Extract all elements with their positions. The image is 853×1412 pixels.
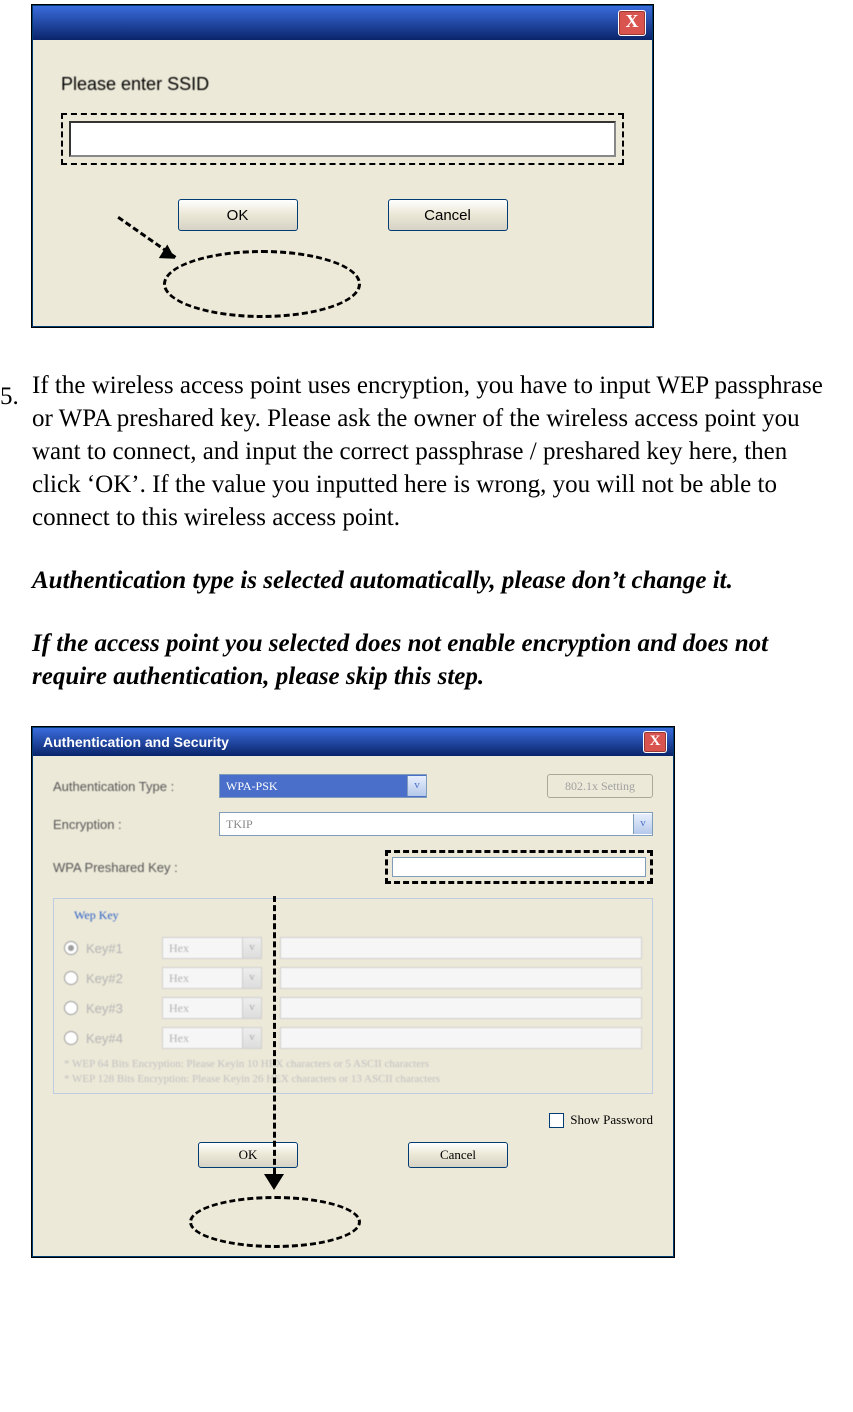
psk-input-highlight [385, 850, 653, 884]
ssid-dialog-titlebar: X [33, 6, 652, 40]
ssid-input-highlight [61, 113, 624, 165]
wep-format-select[interactable]: Hex v [162, 1027, 262, 1049]
ok-highlight-oval [189, 1196, 361, 1248]
show-password-label: Show Password [570, 1112, 653, 1128]
ok-button[interactable]: OK [198, 1142, 298, 1168]
auth-dialog-title: Authentication and Security [43, 734, 229, 750]
chevron-down-icon: v [242, 1028, 261, 1048]
wep-key-input[interactable] [280, 997, 642, 1019]
encryption-label: Encryption : [53, 817, 219, 832]
chevron-down-icon: v [407, 776, 426, 796]
auth-type-select[interactable]: WPA-PSK v [219, 774, 427, 798]
auth-security-dialog: Authentication and Security X Authentica… [32, 727, 674, 1257]
8021x-setting-button[interactable]: 802.1x Setting [547, 774, 653, 798]
wep-hint-2: * WEP 128 Bits Encryption: Please Keyin … [64, 1072, 642, 1087]
wep-key-group: Wep Key Key#1HexvKey#2HexvKey#3HexvKey#4… [53, 898, 653, 1094]
wep-key-radio[interactable] [64, 1031, 78, 1045]
cancel-button[interactable]: Cancel [388, 199, 508, 231]
wep-format-select[interactable]: Hex v [162, 967, 262, 989]
wep-key-radio[interactable] [64, 971, 78, 985]
psk-label: WPA Preshared Key : [53, 860, 219, 875]
wep-format-value: Hex [169, 971, 189, 986]
ssid-dialog: X Please enter SSID OK Cancel [32, 5, 653, 327]
close-icon[interactable]: X [643, 731, 667, 753]
wep-key-row: Key#3 Hex v [64, 997, 642, 1019]
chevron-down-icon: v [242, 938, 261, 958]
wep-key-row: Key#1 Hex v [64, 937, 642, 959]
wep-key-row: Key#4 Hex v [64, 1027, 642, 1049]
wep-key-radio[interactable] [64, 1001, 78, 1015]
ok-highlight-oval [163, 250, 361, 318]
list-number: 5. [0, 383, 19, 411]
wep-key-label: Key#4 [86, 1031, 162, 1046]
encryption-select[interactable]: TKIP v [219, 812, 653, 836]
wep-format-value: Hex [169, 941, 189, 956]
wep-format-select[interactable]: Hex v [162, 997, 262, 1019]
wep-key-label: Key#3 [86, 1001, 162, 1016]
skip-step-note: If the access point you selected does no… [32, 627, 841, 693]
show-password-checkbox[interactable] [549, 1113, 564, 1128]
ssid-prompt-label: Please enter SSID [61, 74, 624, 95]
wep-key-input[interactable] [280, 967, 642, 989]
ok-button[interactable]: OK [178, 199, 298, 231]
auth-type-value: WPA-PSK [226, 779, 278, 794]
wep-key-input[interactable] [280, 937, 642, 959]
chevron-down-icon: v [633, 814, 652, 834]
wep-key-input[interactable] [280, 1027, 642, 1049]
wep-hint-1: * WEP 64 Bits Encryption: Please Keyin 1… [64, 1057, 642, 1072]
ssid-input[interactable] [69, 121, 616, 157]
wep-key-row: Key#2 Hex v [64, 967, 642, 989]
wep-key-label: Key#1 [86, 941, 162, 956]
wep-key-radio[interactable] [64, 941, 78, 955]
annotation-arrow-head [264, 1174, 284, 1190]
wep-format-select[interactable]: Hex v [162, 937, 262, 959]
psk-input[interactable] [392, 857, 646, 877]
wep-format-value: Hex [169, 1001, 189, 1016]
auth-dialog-titlebar: Authentication and Security X [33, 728, 673, 756]
chevron-down-icon: v [242, 998, 261, 1018]
wep-key-legend: Wep Key [70, 908, 123, 923]
chevron-down-icon: v [242, 968, 261, 988]
close-icon[interactable]: X [618, 10, 646, 36]
wep-format-value: Hex [169, 1031, 189, 1046]
auth-auto-note: Authentication type is selected automati… [32, 564, 841, 597]
auth-type-label: Authentication Type : [53, 779, 219, 794]
encryption-value: TKIP [226, 817, 253, 832]
step-paragraph: If the wireless access point uses encryp… [32, 369, 841, 534]
wep-key-label: Key#2 [86, 971, 162, 986]
cancel-button[interactable]: Cancel [408, 1142, 508, 1168]
